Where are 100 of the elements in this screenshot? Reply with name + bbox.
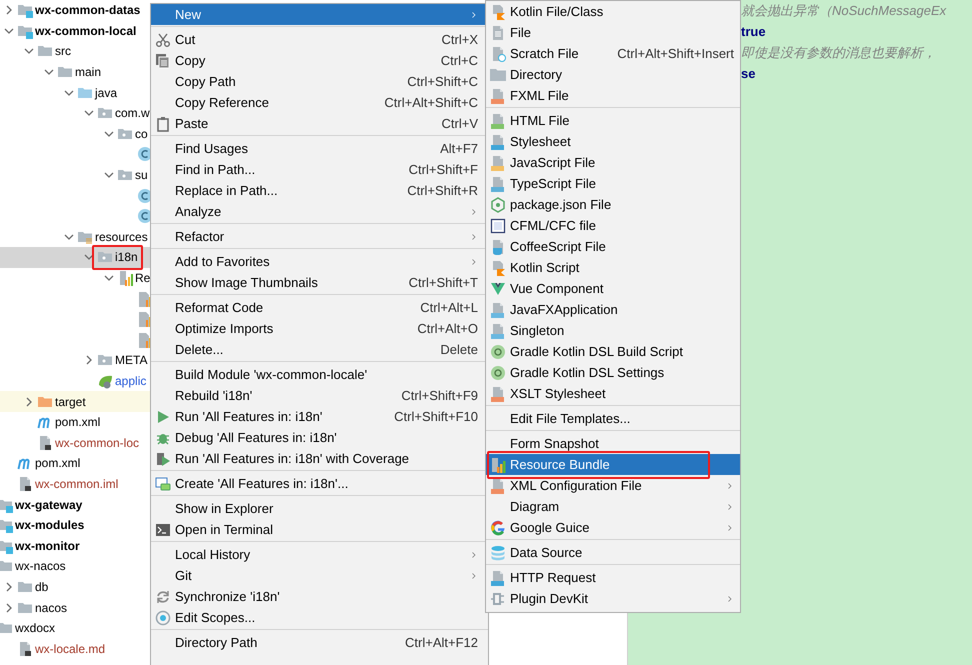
menu-item[interactable]: Copy Reference Ctrl+Alt+Shift+C <box>151 92 488 113</box>
tree-row[interactable]: pom.xml <box>0 453 150 474</box>
menu-item[interactable]: Paste Ctrl+V <box>151 113 488 134</box>
menu-item[interactable]: JavaScript File <box>486 152 740 173</box>
gradle-icon <box>490 344 506 360</box>
tree-row[interactable]: pom.xml <box>0 412 150 432</box>
menu-item[interactable]: HTML File <box>486 110 740 131</box>
tree-row[interactable]: db <box>0 576 150 598</box>
tree-row[interactable]: co <box>0 124 150 144</box>
menu-item[interactable]: Run 'All Features in: i18n' with Coverage <box>151 448 488 469</box>
menu-item[interactable]: New <box>151 4 488 25</box>
tree-row[interactable]: wx-common-datas <box>0 0 150 21</box>
menu-item[interactable]: Copy Ctrl+C <box>151 50 488 71</box>
tree-row[interactable]: applic <box>0 370 150 392</box>
menu-item[interactable]: Singleton <box>486 320 740 341</box>
kotlin-file-icon <box>490 4 506 20</box>
tree-item-label: wx-locale.md <box>35 640 106 657</box>
tree-row[interactable]: src <box>0 41 150 62</box>
tree-row[interactable]: wx-monitor <box>0 535 150 556</box>
menu-item[interactable]: Plugin DevKit <box>486 588 740 609</box>
menu-item[interactable]: Build Module 'wx-common-locale' <box>151 364 488 385</box>
tree-row[interactable]: main <box>0 62 150 82</box>
tree-row[interactable]: wx-gateway <box>0 494 150 515</box>
menu-item[interactable]: Debug 'All Features in: i18n' <box>151 427 488 448</box>
tree-row[interactable]: su <box>0 164 150 186</box>
menu-item[interactable]: Copy Path Ctrl+Shift+C <box>151 71 488 92</box>
tree-item-label: nacos <box>35 600 68 616</box>
menu-item[interactable]: Analyze <box>151 201 488 222</box>
menu-item[interactable]: Kotlin Script <box>486 257 740 278</box>
menu-item[interactable]: Kotlin File/Class <box>486 1 740 22</box>
menu-item[interactable]: Gradle Kotlin DSL Settings <box>486 362 740 383</box>
coffee-cup-icon <box>490 238 506 254</box>
tree-item-label: pom.xml <box>35 455 80 472</box>
menu-item[interactable]: Open in Terminal <box>151 519 488 540</box>
menu-item[interactable]: Create 'All Features in: i18n'... <box>151 473 488 494</box>
menu-item[interactable]: Run 'All Features in: i18n' Ctrl+Shift+F10 <box>151 406 488 427</box>
code-line: true <box>741 23 767 41</box>
menu-item[interactable]: Vue Component <box>486 278 740 299</box>
menu-item[interactable]: HTTP Request <box>486 567 740 588</box>
tree-row[interactable]: wx-common.iml <box>0 474 150 494</box>
tree-row[interactable]: Re <box>0 268 150 288</box>
menu-item[interactable]: Local History <box>151 544 488 565</box>
menu-item[interactable]: Directory Path Ctrl+Alt+F12 <box>151 632 488 653</box>
tree-item-label: i18n <box>115 249 138 266</box>
menu-item[interactable]: Edit File Templates... <box>486 408 740 429</box>
code-line: 即使是没有参数的消息也要解析， <box>741 44 937 62</box>
menu-item[interactable]: Gradle Kotlin DSL Build Script <box>486 341 740 362</box>
tree-row[interactable]: java <box>0 82 150 103</box>
menu-item[interactable]: Data Source <box>486 542 740 563</box>
menu-item[interactable]: CoffeeScript File <box>486 236 740 257</box>
tree-row[interactable]: wx-locale.md <box>0 638 150 659</box>
menu-item[interactable]: Form Snapshot <box>486 433 740 454</box>
menu-item[interactable]: Edit Scopes... <box>151 607 488 628</box>
markdown-file-icon <box>17 640 33 657</box>
menu-item[interactable]: JavaFXApplication <box>486 299 740 320</box>
tree-item-label: pom.xml <box>55 414 100 430</box>
tree-row[interactable]: target <box>0 391 150 412</box>
menu-item[interactable]: Google Guice <box>486 517 740 538</box>
menu-item[interactable]: package.json File <box>486 194 740 215</box>
menu-item[interactable]: TypeScript File <box>486 173 740 194</box>
kotlin-file-icon <box>490 260 506 276</box>
tree-item-label: com.w <box>115 105 150 122</box>
menu-item[interactable]: Scratch File Ctrl+Alt+Shift+Insert <box>486 43 740 64</box>
tree-row[interactable]: nacos <box>0 597 150 618</box>
menu-item[interactable]: Add to Favorites <box>151 251 488 272</box>
menu-item[interactable]: Find Usages Alt+F7 <box>151 138 488 159</box>
menu-item[interactable]: Show Image Thumbnails Ctrl+Shift+T <box>151 272 488 293</box>
menu-item[interactable]: Synchronize 'i18n' <box>151 586 488 607</box>
tree-row[interactable]: wxdocx <box>0 618 150 638</box>
menu-item[interactable]: Cut Ctrl+X <box>151 29 488 50</box>
menu-item[interactable]: FXML File <box>486 85 740 106</box>
tree-item-label: applic <box>115 372 146 389</box>
api-file-icon <box>490 570 506 586</box>
code-line: se <box>741 65 756 83</box>
menu-item[interactable]: Git <box>151 565 488 586</box>
file-icon <box>490 24 506 40</box>
menu-item[interactable]: Optimize Imports Ctrl+Alt+O <box>151 318 488 339</box>
menu-item[interactable]: CFML/CFC file <box>486 215 740 236</box>
tree-row[interactable]: com.w <box>0 102 150 124</box>
menu-item[interactable]: Diagram <box>486 496 740 517</box>
menu-item[interactable]: XSLT Stylesheet <box>486 383 740 404</box>
menu-item[interactable]: Replace in Path... Ctrl+Shift+R <box>151 180 488 201</box>
menu-item[interactable]: Reformat Code Ctrl+Alt+L <box>151 297 488 318</box>
tree-row[interactable]: wx-common-loc <box>0 432 150 454</box>
tree-row[interactable]: wx-common-local <box>0 20 150 42</box>
tree-row[interactable]: wx-modules <box>0 514 150 536</box>
menu-item[interactable]: Directory <box>486 64 740 85</box>
menu-item[interactable]: Rebuild 'i18n' Ctrl+Shift+F9 <box>151 385 488 406</box>
menu-item[interactable]: Show in Explorer <box>151 498 488 519</box>
menu-item[interactable]: XML Configuration File <box>486 475 740 496</box>
menu-item[interactable]: Find in Path... Ctrl+Shift+F <box>151 159 488 180</box>
tree-row[interactable]: i18n <box>0 247 150 268</box>
tree-row[interactable]: wx-nacos <box>0 556 150 577</box>
tree-item-label: src <box>55 43 71 60</box>
tree-row[interactable]: META <box>0 350 150 371</box>
menu-item[interactable]: Refactor <box>151 226 488 247</box>
tree-row[interactable]: resources <box>0 226 150 248</box>
menu-item[interactable]: Delete... Delete <box>151 339 488 360</box>
menu-item[interactable]: File <box>486 22 740 43</box>
menu-item[interactable]: Stylesheet <box>486 131 740 152</box>
